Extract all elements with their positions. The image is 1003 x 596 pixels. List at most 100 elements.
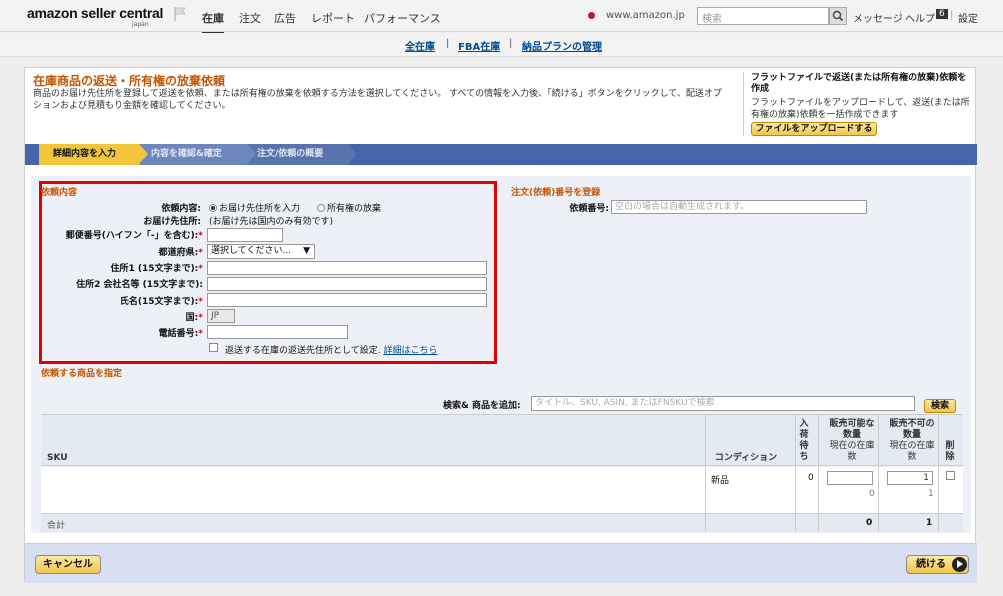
- top-bar: amazon seller central japan 在庫 注文 広告 レポー…: [0, 0, 1003, 34]
- column-divider: [818, 415, 819, 532]
- order-id-label: 依頼番号:: [569, 204, 609, 214]
- step-summary-label: 注文/依頼の概要: [257, 149, 324, 159]
- help-count-badge: 6: [936, 9, 948, 19]
- messages-link[interactable]: メッセージ: [853, 10, 903, 25]
- col-condition: コンディション: [714, 453, 778, 463]
- col-sellable-title: 販売可能な数量: [829, 419, 875, 440]
- product-search-label: 検索& 商品を追加:: [443, 401, 521, 411]
- prefecture-select[interactable]: 選択してください... ▼: [207, 244, 315, 259]
- col-unsellable-sub: 現在の在庫数: [889, 441, 935, 462]
- required-marker: *: [198, 313, 203, 323]
- product-search-button[interactable]: 検索: [924, 399, 956, 413]
- default-address-checkbox[interactable]: [209, 343, 218, 352]
- seller-central-logo[interactable]: amazon seller central: [27, 5, 163, 21]
- table-row: 新品 0 0 1 1: [41, 467, 963, 513]
- default-address-text: 返送する在庫の返送先住所として設定. 詳細はこちら: [225, 343, 437, 356]
- play-arrow-icon: [952, 557, 967, 572]
- subnav-separator: |: [446, 38, 450, 49]
- radio-button-selected[interactable]: [209, 204, 217, 212]
- page-description: 商品のお届け先住所を登録して返送を依頼、または所有権の放棄を依頼する方法を選択し…: [33, 89, 722, 111]
- flag-icon[interactable]: [174, 7, 186, 21]
- required-marker: *: [198, 231, 203, 241]
- step-summary: 注文/依頼の概要: [243, 144, 348, 165]
- postal-code-label-text: 郵便番号(ハイフン「-」を含む):: [65, 231, 199, 241]
- nav-inventory[interactable]: 在庫: [202, 10, 224, 34]
- marketplace-link[interactable]: www.amazon.jp: [606, 10, 685, 21]
- cancel-button[interactable]: キャンセル: [35, 555, 101, 574]
- phone-input[interactable]: [207, 325, 348, 339]
- header-search-input[interactable]: 検索: [697, 7, 829, 25]
- search-icon: [832, 10, 844, 22]
- nav-orders[interactable]: 注文: [239, 10, 261, 26]
- subnav-fba-inventory[interactable]: FBA在庫: [458, 38, 500, 53]
- step-arrow: [139, 144, 148, 164]
- subnav-all-inventory[interactable]: 全在庫: [405, 38, 435, 53]
- total-label: 合計: [47, 521, 66, 531]
- phone-label-text: 電話番号:: [158, 329, 199, 339]
- radio-abandon[interactable]: 所有権の放棄: [317, 201, 381, 214]
- address1-label-text: 住所1 (15文字まで):: [110, 264, 199, 274]
- name-input[interactable]: [207, 293, 487, 307]
- step-confirm-label: 内容を確認&確定: [151, 149, 222, 159]
- nav-reports[interactable]: レポート: [311, 10, 355, 26]
- settings-link[interactable]: 設定: [958, 10, 978, 25]
- product-search-input[interactable]: タイトル、SKU, ASIN, またはFNSKUで検索: [531, 396, 915, 411]
- continue-button-label: 続ける: [916, 559, 946, 570]
- required-marker: *: [198, 248, 203, 258]
- order-id-input[interactable]: 空白の場合は自動生成されます。: [611, 200, 867, 214]
- col-sellable-sub: 現在の在庫数: [829, 441, 875, 462]
- continue-button[interactable]: 続ける: [906, 555, 969, 574]
- products-section-title: 依頼する商品を指定: [41, 369, 123, 379]
- address-label: お届け先住所:: [143, 217, 201, 227]
- col-inbound: 入荷待ち: [799, 419, 809, 462]
- country-label-text: 国:: [185, 313, 199, 323]
- order-id-section-title: 注文(依頼)番号を登録: [511, 188, 601, 198]
- total-sellable: 0: [866, 518, 873, 528]
- address-note: (お届け先は国内のみ有効です): [209, 217, 334, 227]
- prefecture-label: 都道府県:*: [125, 245, 203, 258]
- help-link[interactable]: ヘルプ: [905, 10, 935, 25]
- progress-steps: 注文/依頼の概要 内容を確認&確定 詳細内容を入力: [25, 144, 977, 165]
- address2-input[interactable]: [207, 277, 487, 291]
- address1-label: 住所1 (15文字まで):*: [65, 261, 203, 274]
- step-confirm: 内容を確認&確定: [137, 144, 247, 165]
- flat-file-description: フラットファイルをアップロードして、返送(または所有権の放棄)依頼を一括作成でき…: [751, 98, 970, 120]
- sub-nav: 全在庫 | FBA在庫 | 納品プランの管理: [0, 33, 1003, 57]
- step-arrow: [247, 144, 256, 164]
- header-search-button[interactable]: [829, 7, 847, 25]
- japan-flag-icon: [588, 12, 595, 19]
- default-address-label: 返送する在庫の返送先住所として設定.: [225, 346, 381, 356]
- country-field: JP: [207, 309, 235, 323]
- address2-label: 住所2 会社名等 (15文字まで):: [76, 280, 203, 290]
- row-sellable-stock: 0: [869, 489, 875, 499]
- radio-enter-address[interactable]: お届け先住所を入力: [209, 201, 300, 214]
- step-arrow: [348, 144, 357, 164]
- step-enter-details-label: 詳細内容を入力: [53, 149, 117, 159]
- request-section-title: 依頼内容: [41, 188, 78, 198]
- address1-input[interactable]: [207, 261, 487, 275]
- table-footer: 合計 0 1: [41, 513, 963, 532]
- top-separator: |: [950, 10, 954, 21]
- row-condition: 新品: [711, 476, 730, 486]
- country-label: 国:*: [175, 310, 203, 323]
- nav-advertising[interactable]: 広告: [274, 10, 296, 26]
- remove-row-checkbox[interactable]: [946, 471, 955, 480]
- name-label: 氏名(15文字まで):*: [85, 294, 203, 307]
- radio-button[interactable]: [317, 204, 325, 212]
- step-enter-details: 詳細内容を入力: [39, 144, 139, 165]
- postal-code-input[interactable]: [207, 228, 283, 242]
- nav-performance[interactable]: パフォーマンス: [364, 10, 441, 26]
- sellable-quantity-input[interactable]: [827, 471, 873, 485]
- flat-file-title: フラットファイルで返送(または所有権の放棄)依頼を作成: [751, 73, 967, 94]
- details-link[interactable]: 詳細はこちら: [383, 346, 437, 356]
- prefecture-label-text: 都道府県:: [158, 248, 199, 258]
- subnav-shipping-plans[interactable]: 納品プランの管理: [522, 38, 602, 53]
- logo-region: japan: [132, 21, 149, 28]
- page-title: 在庫商品の返送・所有権の放棄依頼: [33, 74, 226, 88]
- upload-file-button[interactable]: ファイルをアップロードする: [751, 122, 877, 136]
- column-divider: [705, 415, 706, 532]
- col-sku: SKU: [47, 453, 68, 463]
- col-unsellable-title: 販売不可の数量: [889, 419, 935, 440]
- unsellable-quantity-input[interactable]: 1: [887, 471, 933, 485]
- top-separator: |: [899, 10, 903, 21]
